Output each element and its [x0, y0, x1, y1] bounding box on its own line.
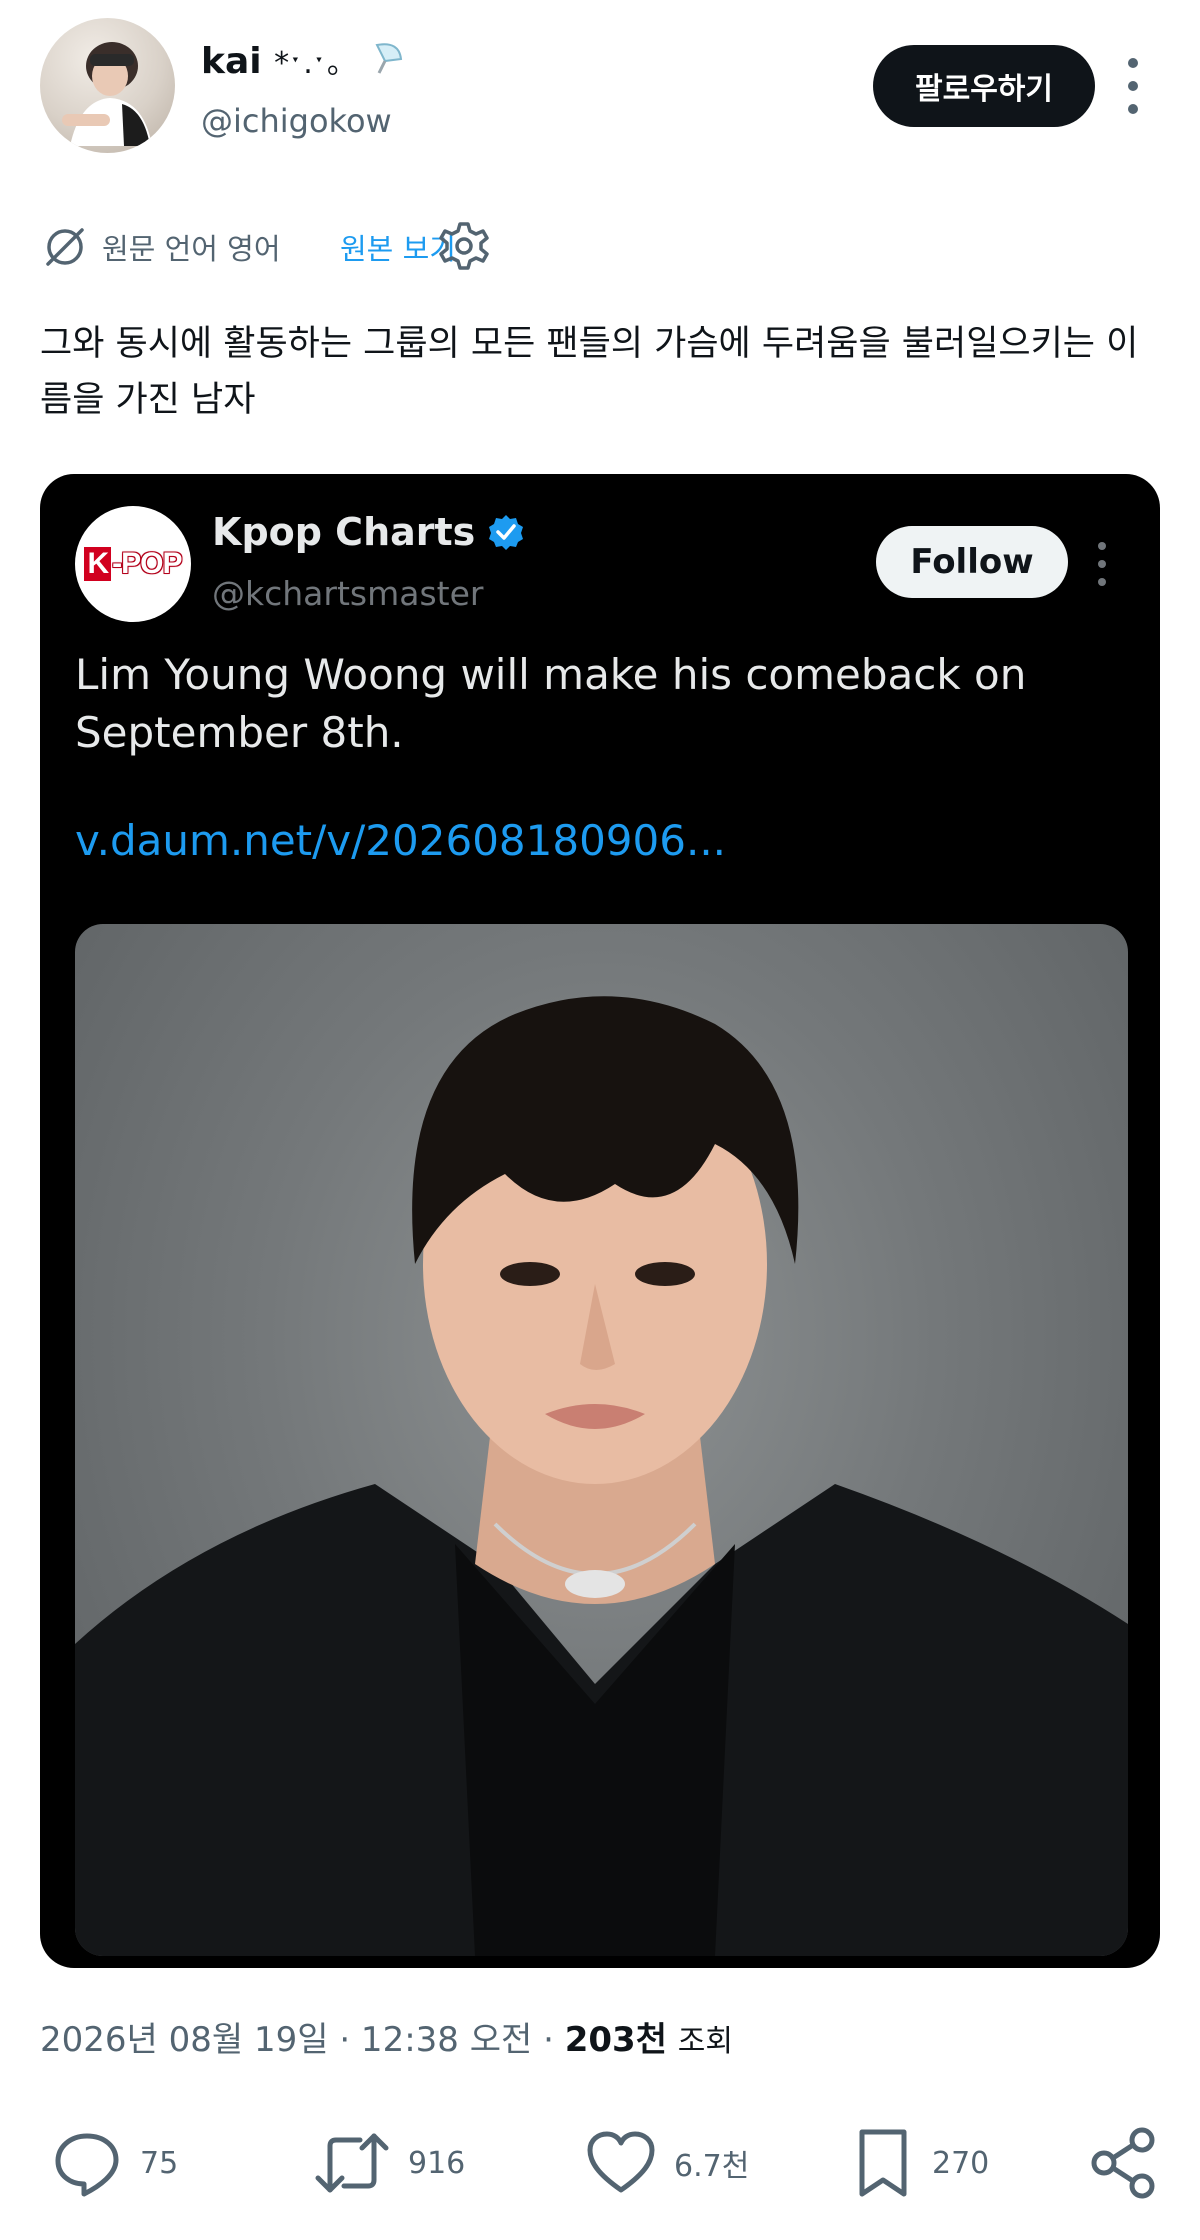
bookmark-button[interactable]: 270: [850, 2118, 989, 2208]
quote-text: Lim Young Woong will make his comeback o…: [75, 650, 1027, 757]
quoted-tweet-card[interactable]: K -POP Kpop Charts @kchartsmaster Follow …: [40, 474, 1160, 1968]
author-name-text: kai: [201, 41, 262, 82]
share-button[interactable]: [1088, 2118, 1160, 2208]
quote-author-name[interactable]: Kpop Charts: [212, 510, 525, 554]
translation-row: 원문 언어 영어 원본 보기: [40, 218, 1160, 274]
tweet-timestamp[interactable]: 2026년 08월 19일 · 12:38 오전 ·: [40, 2020, 565, 2060]
quote-photo[interactable]: [75, 924, 1128, 1956]
views-label: 조회: [677, 2024, 733, 2059]
reply-count: 75: [140, 2145, 179, 2181]
views-count: 203천: [564, 2020, 667, 2060]
gear-icon[interactable]: [436, 218, 492, 274]
bookmark-count: 270: [932, 2145, 990, 2181]
author-avatar[interactable]: [40, 18, 175, 153]
tweet-header: kai *ˑ.ˑ。 @ichigokow 팔로우하기: [0, 0, 1200, 170]
quote-author-name-text: Kpop Charts: [212, 510, 476, 554]
fan-emoji-icon: [375, 43, 403, 74]
repost-count: 916: [408, 2145, 466, 2181]
like-count: 6.7천: [674, 2149, 750, 2184]
translate-icon: [46, 228, 84, 266]
translation-label: 원문 언어 영어: [102, 232, 281, 266]
heart-icon: [587, 2131, 655, 2193]
quote-more-options-icon[interactable]: [1095, 542, 1109, 586]
like-button[interactable]: 6.7천: [584, 2118, 749, 2208]
more-options-icon[interactable]: [1120, 58, 1146, 114]
avatar-illustration: [62, 42, 152, 146]
follow-button[interactable]: 팔로우하기: [873, 45, 1095, 127]
author-name-decoration: *ˑ.ˑ。: [274, 46, 359, 81]
quote-link[interactable]: v.daum.net/v/202608180906...: [75, 816, 726, 865]
tweet-meta: 2026년 08월 19일 · 12:38 오전 · 203천 조회: [40, 2012, 733, 2061]
repost-icon: [315, 2133, 389, 2193]
author-handle[interactable]: @ichigokow: [201, 102, 392, 140]
quote-author-handle[interactable]: @kchartsmaster: [212, 574, 483, 613]
author-name[interactable]: kai *ˑ.ˑ。: [201, 38, 405, 82]
action-bar: 75 916 6.7천 270: [0, 2118, 1200, 2208]
quote-author-avatar[interactable]: K -POP: [75, 506, 191, 622]
tweet-text: 그와 동시에 활동하는 그룹의 모든 팬들의 가슴에 두려움을 불러일으키는 이…: [40, 324, 1139, 420]
kpop-logo-rest: -POP: [112, 547, 182, 580]
repost-button[interactable]: 916: [312, 2118, 465, 2208]
reply-button[interactable]: 75: [50, 2118, 178, 2208]
share-icon: [1091, 2127, 1155, 2199]
bookmark-icon: [859, 2129, 907, 2197]
kpop-logo-k: K: [84, 547, 112, 581]
verified-badge-icon: [489, 515, 524, 550]
reply-icon: [55, 2133, 119, 2197]
quote-follow-button[interactable]: Follow: [876, 526, 1068, 598]
kpop-logo: K -POP: [79, 542, 187, 586]
portrait-photo: [75, 996, 1128, 1956]
